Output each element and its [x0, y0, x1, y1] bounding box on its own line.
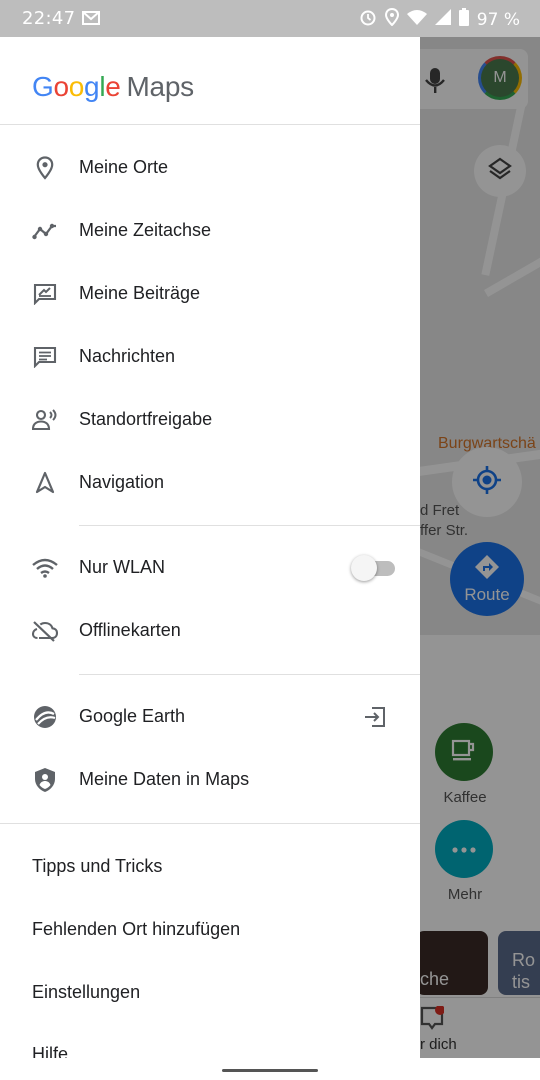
- menu-item-offline-maps[interactable]: Offlinekarten: [0, 599, 420, 662]
- menu-item-label: Standortfreigabe: [79, 409, 213, 429]
- location-sharing-icon: [32, 407, 58, 433]
- menu-item-my-data[interactable]: Meine Daten in Maps: [0, 748, 420, 811]
- cloud-off-icon: [32, 618, 58, 644]
- contributions-icon: [32, 281, 58, 307]
- menu-item-navigation[interactable]: Navigation: [0, 451, 420, 514]
- status-bar: 22:47 97 %: [0, 0, 540, 37]
- gmail-icon: [82, 11, 100, 30]
- alarm-icon: [359, 8, 377, 31]
- timeline-icon: [32, 218, 58, 244]
- link-tips-and-tricks[interactable]: Tipps und Tricks: [32, 856, 162, 877]
- wifi-icon: [32, 555, 58, 581]
- scrim[interactable]: [420, 37, 540, 1058]
- link-add-missing-place[interactable]: Fehlenden Ort hinzufügen: [32, 919, 240, 940]
- divider: [79, 674, 420, 675]
- menu-item-label: Meine Orte: [79, 157, 169, 177]
- toggle-knob: [351, 554, 377, 581]
- menu-item-wifi-only[interactable]: Nur WLAN: [0, 536, 420, 599]
- menu-item-my-places[interactable]: Meine Orte: [0, 136, 420, 199]
- divider: [79, 525, 420, 526]
- menu-item-label: Navigation: [79, 472, 165, 492]
- messages-icon: [32, 344, 58, 370]
- shield-person-icon: [32, 767, 58, 793]
- earth-icon: [32, 704, 58, 730]
- home-gesture-bar[interactable]: [222, 1069, 318, 1072]
- drawer-header: Google Maps: [0, 37, 420, 125]
- status-icons: 97 %: [359, 7, 520, 31]
- menu-item-messages[interactable]: Nachrichten: [0, 325, 420, 388]
- menu-item-google-earth[interactable]: Google Earth: [0, 685, 420, 748]
- google-wordmark: Google: [32, 71, 121, 102]
- location-icon: [384, 7, 399, 31]
- open-external-icon[interactable]: [364, 706, 386, 728]
- menu-item-label: Meine Daten in Maps: [79, 769, 250, 789]
- divider: [0, 823, 420, 824]
- menu-item-label: Google Earth: [79, 706, 186, 726]
- link-help[interactable]: Hilfe: [32, 1044, 68, 1058]
- battery-level: 97 %: [476, 9, 520, 30]
- menu-item-label: Meine Beiträge: [79, 283, 201, 303]
- place-pin-icon: [32, 155, 58, 181]
- menu-item-timeline[interactable]: Meine Zeitachse: [0, 199, 420, 262]
- system-nav-bar: [0, 1058, 540, 1080]
- battery-icon: [458, 8, 469, 31]
- menu-item-label: Nachrichten: [79, 346, 176, 366]
- wifi-icon: [406, 9, 427, 30]
- wifi-only-toggle[interactable]: [351, 554, 397, 581]
- menu-item-label: Offlinekarten: [79, 620, 181, 640]
- link-settings[interactable]: Einstellungen: [32, 982, 140, 1003]
- navigation-drawer: Google Maps Meine Orte Meine Zeitachse Me…: [0, 37, 420, 1058]
- menu-item-location-sharing[interactable]: Standortfreigabe: [0, 388, 420, 451]
- menu-item-label: Meine Zeitachse: [79, 220, 212, 240]
- signal-icon: [434, 9, 451, 30]
- maps-wordmark: Maps: [126, 71, 195, 102]
- menu-item-contributions[interactable]: Meine Beiträge: [0, 262, 420, 325]
- status-time: 22:47: [22, 8, 76, 29]
- navigation-arrow-icon: [32, 470, 58, 496]
- menu-item-label: Nur WLAN: [79, 557, 166, 577]
- google-maps-logo: Google Maps: [32, 71, 194, 103]
